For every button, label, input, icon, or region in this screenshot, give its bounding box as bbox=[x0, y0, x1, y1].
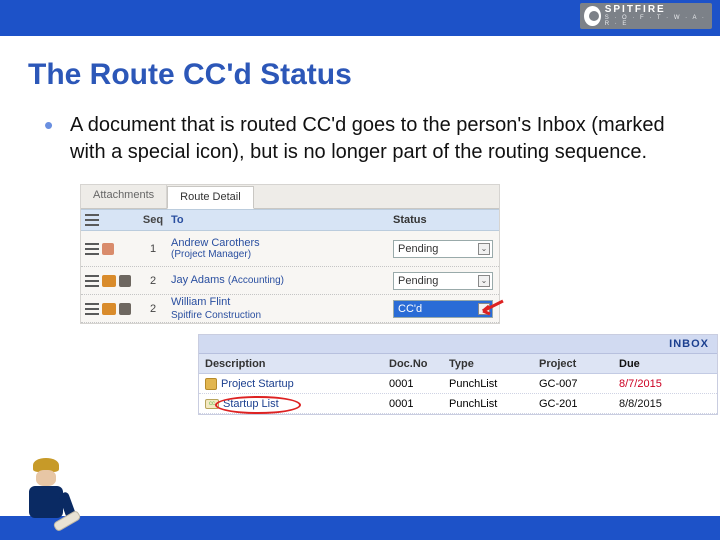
hamburger-icon[interactable] bbox=[85, 243, 99, 255]
footer-bar bbox=[0, 516, 720, 540]
inbox-type: PunchList bbox=[449, 378, 539, 390]
logo-text: SPITFIRE S · O · F · T · W · A · R · E bbox=[605, 5, 712, 27]
col-status: Status bbox=[393, 214, 499, 226]
col-docno: Doc.No bbox=[389, 358, 449, 370]
route-to-role: (Project Manager) bbox=[171, 249, 393, 260]
inbox-row[interactable]: cc Startup List 0001 PunchList GC-201 8/… bbox=[199, 394, 717, 414]
trash-icon[interactable] bbox=[119, 275, 131, 287]
tab-attachments[interactable]: Attachments bbox=[81, 185, 167, 208]
slide-title: The Route CC'd Status bbox=[28, 58, 692, 92]
route-to-role: (Accounting) bbox=[228, 275, 284, 286]
inbox-desc[interactable]: Project Startup bbox=[221, 378, 294, 390]
status-value: Pending bbox=[398, 275, 438, 287]
route-row: 1 Andrew Carothers (Project Manager) Pen… bbox=[81, 231, 499, 267]
logo-brand: SPITFIRE bbox=[605, 5, 712, 15]
document-icon bbox=[205, 378, 217, 390]
hamburger-icon[interactable] bbox=[85, 303, 99, 315]
tab-bar: Attachments Route Detail bbox=[81, 185, 499, 209]
col-project: Project bbox=[539, 358, 619, 370]
inbox-type: PunchList bbox=[449, 398, 539, 410]
route-to-name[interactable]: William Flint bbox=[171, 296, 230, 308]
status-value: Pending bbox=[398, 243, 438, 255]
status-select[interactable]: Pending ⌄ bbox=[393, 272, 493, 290]
logo-swirl-icon bbox=[584, 6, 601, 26]
route-row: 2 Jay Adams (Accounting) Pending ⌄ bbox=[81, 267, 499, 295]
callout-circle-icon bbox=[215, 396, 301, 414]
route-detail-panel: Attachments Route Detail Seq To Status 1… bbox=[80, 184, 500, 324]
inbox-project: GC-007 bbox=[539, 378, 619, 390]
inbox-row[interactable]: Project Startup 0001 PunchList GC-007 8/… bbox=[199, 374, 717, 394]
col-seq: Seq bbox=[139, 214, 167, 226]
inbox-due: 8/7/2015 bbox=[619, 378, 717, 390]
col-to: To bbox=[167, 214, 393, 226]
spitfire-logo: SPITFIRE S · O · F · T · W · A · R · E bbox=[580, 3, 712, 29]
construction-worker-icon bbox=[20, 458, 72, 538]
hamburger-icon[interactable] bbox=[85, 275, 99, 287]
seq-value: 1 bbox=[139, 243, 167, 255]
tab-route-detail[interactable]: Route Detail bbox=[167, 186, 254, 209]
hamburger-icon[interactable] bbox=[85, 214, 99, 226]
trash-icon[interactable] bbox=[119, 303, 131, 315]
bullet-list: A document that is routed CC'd goes to t… bbox=[28, 112, 692, 166]
inbox-project: GC-201 bbox=[539, 398, 619, 410]
inbox-due: 8/8/2015 bbox=[619, 398, 717, 410]
route-header-row: Seq To Status bbox=[81, 209, 499, 231]
inbox-docno: 0001 bbox=[389, 378, 449, 390]
status-select[interactable]: Pending ⌄ bbox=[393, 240, 493, 258]
thumb-up-icon[interactable] bbox=[102, 243, 114, 255]
seq-value: 2 bbox=[139, 303, 167, 315]
inbox-panel: INBOX Description Doc.No Type Project Du… bbox=[198, 334, 718, 415]
chevron-down-icon[interactable]: ⌄ bbox=[478, 243, 490, 255]
route-row: 2 William Flint Spitfire Construction CC… bbox=[81, 295, 499, 323]
bullet-item: A document that is routed CC'd goes to t… bbox=[50, 112, 692, 166]
header-bar: SPITFIRE S · O · F · T · W · A · R · E bbox=[0, 0, 720, 36]
col-due: Due bbox=[619, 358, 717, 370]
folder-icon[interactable] bbox=[102, 303, 116, 315]
chevron-down-icon[interactable]: ⌄ bbox=[478, 275, 490, 287]
logo-subtitle: S · O · F · T · W · A · R · E bbox=[605, 15, 712, 27]
status-value: CC'd bbox=[398, 303, 422, 315]
route-to-name[interactable]: Jay Adams bbox=[171, 274, 225, 286]
inbox-title: INBOX bbox=[199, 335, 717, 354]
inbox-docno: 0001 bbox=[389, 398, 449, 410]
folder-icon[interactable] bbox=[102, 275, 116, 287]
seq-value: 2 bbox=[139, 275, 167, 287]
callout-arrow-icon bbox=[477, 299, 505, 317]
route-to-role: Spitfire Construction bbox=[171, 310, 261, 321]
inbox-header-row: Description Doc.No Type Project Due bbox=[199, 354, 717, 374]
col-type: Type bbox=[449, 358, 539, 370]
route-to-name[interactable]: Andrew Carothers bbox=[171, 237, 393, 249]
col-description: Description bbox=[199, 358, 389, 370]
